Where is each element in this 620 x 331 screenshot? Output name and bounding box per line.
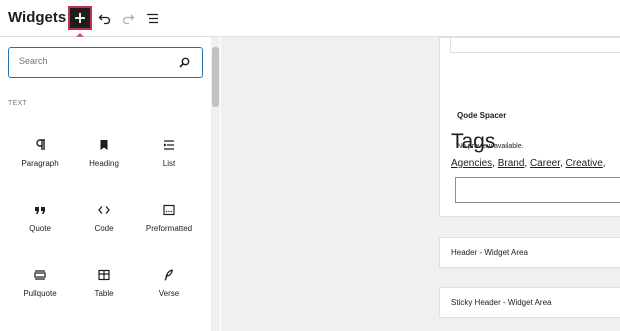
- plus-icon: [75, 13, 85, 23]
- list-icon: [163, 140, 174, 150]
- widget-area-header[interactable]: Header - Widget Area: [439, 237, 620, 268]
- block-pullquote[interactable]: Pullquote: [8, 264, 72, 320]
- block-label: Quote: [29, 224, 51, 233]
- tags-search-field[interactable]: [455, 177, 620, 203]
- block-search: [8, 47, 203, 78]
- paragraph-icon: [36, 139, 45, 150]
- block-frame: [450, 37, 620, 53]
- redo-button[interactable]: [116, 6, 140, 30]
- tag-link[interactable]: Creative: [566, 158, 603, 169]
- block-table[interactable]: Table: [72, 264, 136, 320]
- quote-icon: [35, 207, 45, 214]
- block-list[interactable]: List: [137, 134, 201, 190]
- tag-link[interactable]: Agencies: [451, 158, 492, 169]
- block-code[interactable]: Code: [72, 199, 136, 255]
- table-icon: [98, 269, 110, 281]
- block-label: Code: [94, 224, 114, 233]
- search-icon[interactable]: [179, 57, 190, 68]
- block-preformatted[interactable]: Preformatted: [137, 199, 201, 255]
- widget-area-label: Sticky Header - Widget Area: [451, 298, 552, 307]
- tag-link[interactable]: Brand: [498, 158, 525, 169]
- block-quote[interactable]: Quote: [8, 199, 72, 255]
- undo-icon: [98, 14, 110, 24]
- block-label: Heading: [89, 159, 119, 168]
- undo-button[interactable]: [92, 6, 116, 30]
- tag-link[interactable]: Career: [530, 158, 560, 169]
- widget-area-sticky-header[interactable]: Sticky Header - Widget Area: [439, 287, 620, 318]
- preformatted-icon: [163, 204, 175, 216]
- top-toolbar: Widgets: [0, 0, 620, 37]
- redo-icon: [122, 14, 134, 24]
- add-block-button[interactable]: [68, 6, 92, 30]
- block-label: Preformatted: [145, 224, 193, 233]
- block-label: Paragraph: [21, 159, 59, 168]
- search-input[interactable]: [19, 56, 169, 66]
- block-label: Pullquote: [23, 289, 57, 298]
- verse-icon: [164, 269, 174, 281]
- widget-area-label: Header - Widget Area: [451, 248, 528, 257]
- tags-heading: Tags: [451, 130, 496, 153]
- block-paragraph[interactable]: Paragraph: [8, 134, 72, 190]
- code-icon: [98, 206, 110, 214]
- qode-spacer-title: Qode Spacer: [457, 111, 507, 120]
- category-heading: TEXT: [8, 100, 28, 107]
- pullquote-icon: [34, 270, 46, 280]
- block-verse[interactable]: Verse: [137, 264, 201, 320]
- block-heading[interactable]: Heading: [72, 134, 136, 190]
- sidebar-scrollbar-thumb[interactable]: [212, 47, 219, 107]
- list-view-button[interactable]: [140, 6, 164, 30]
- block-label: Verse: [158, 289, 180, 298]
- heading-icon: [100, 140, 108, 150]
- block-label: List: [162, 159, 176, 168]
- tag-cloud: Agencies, Brand, Career, Creative,: [451, 158, 606, 169]
- list-view-icon: [146, 13, 158, 23]
- page-title: Widgets: [8, 9, 67, 26]
- block-label: Table: [94, 289, 114, 298]
